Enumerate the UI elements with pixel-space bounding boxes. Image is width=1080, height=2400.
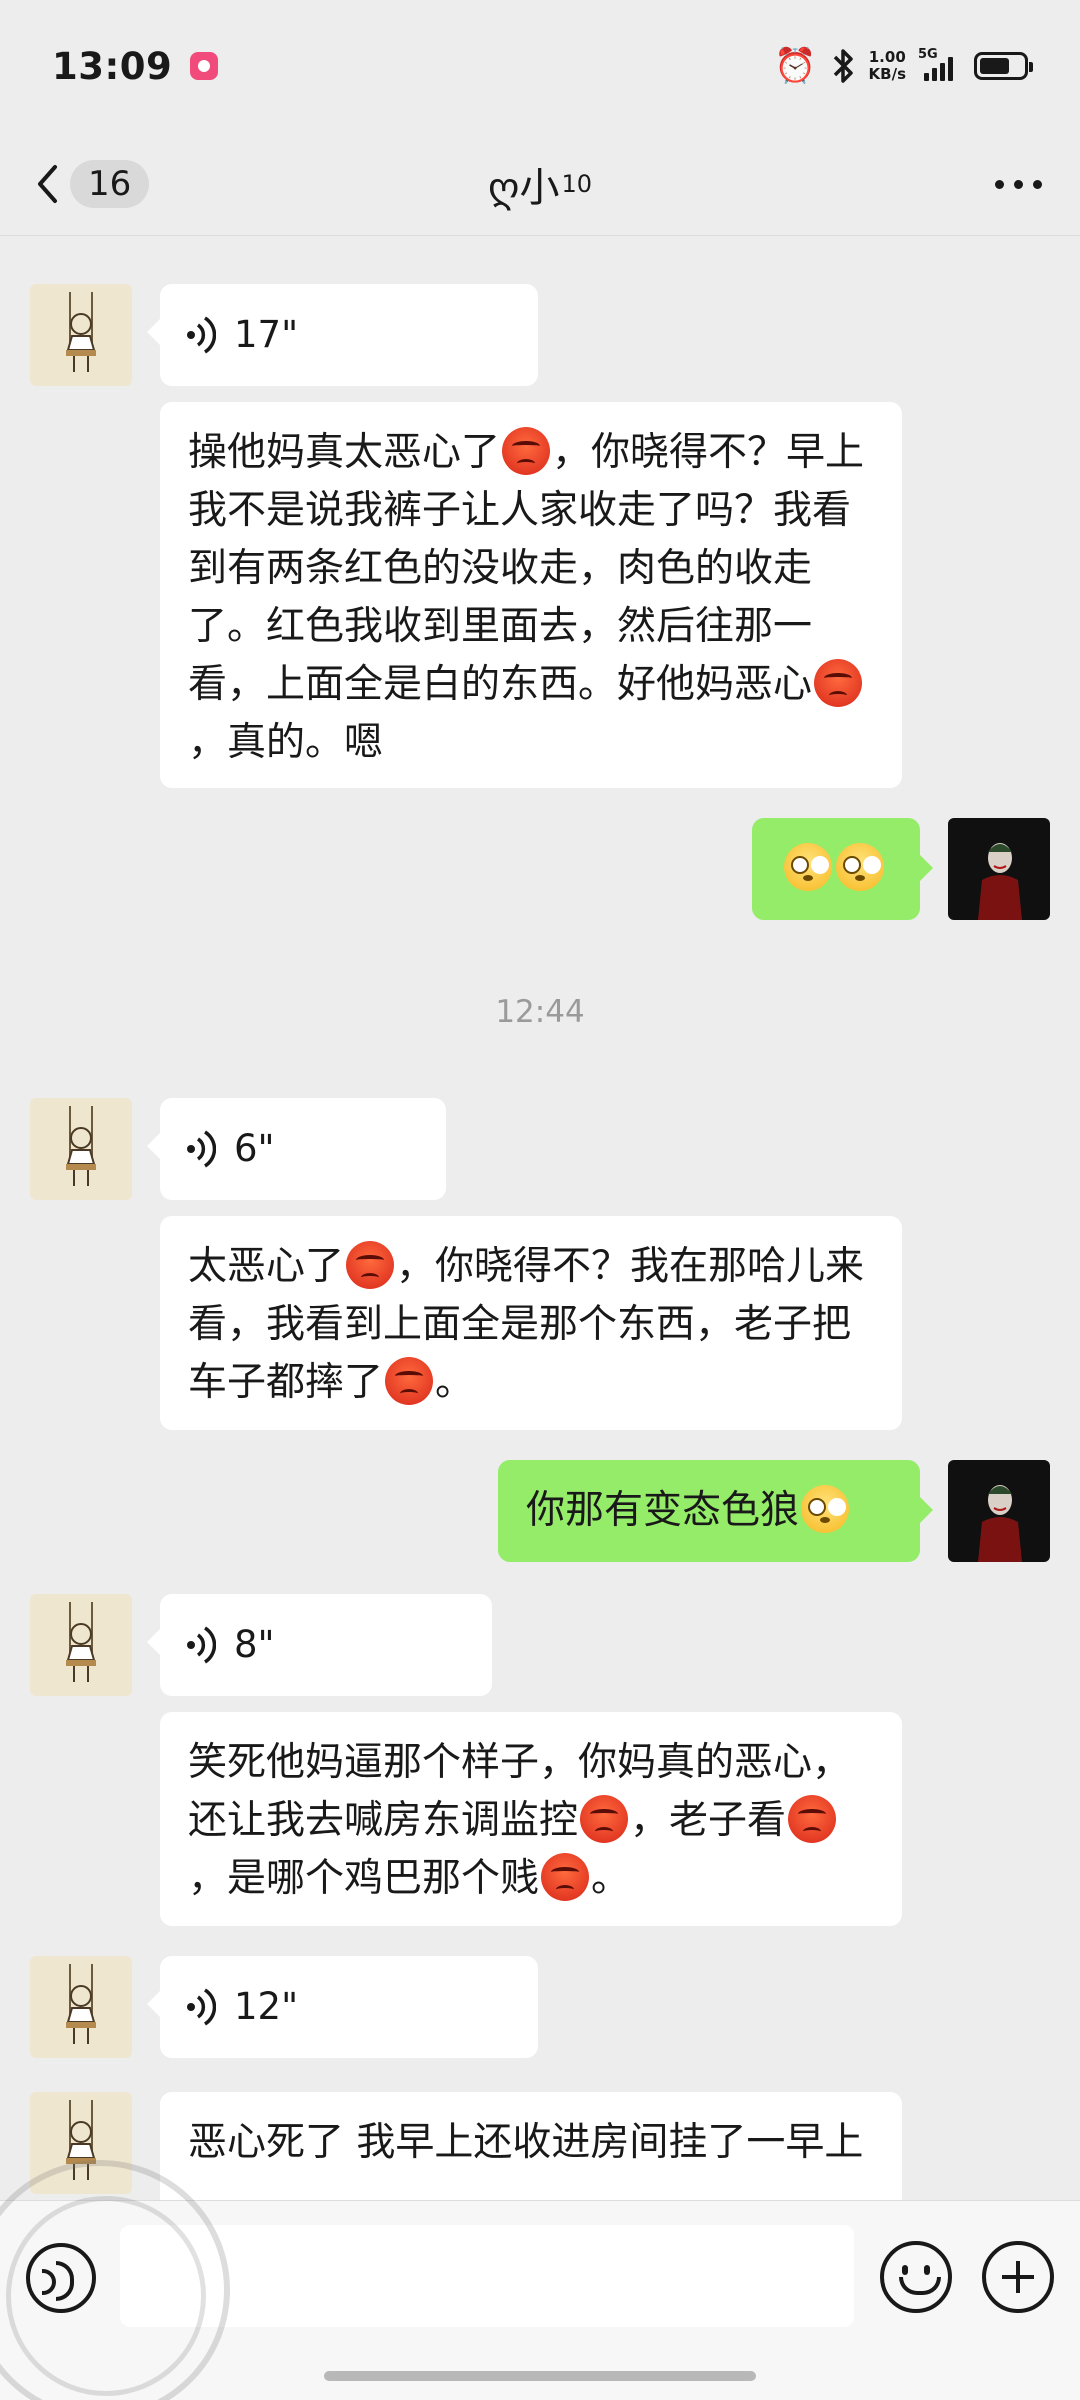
girl-on-swing-illustration	[66, 292, 96, 372]
girl-on-swing-illustration	[66, 1106, 96, 1186]
message-input[interactable]	[120, 2225, 854, 2327]
voice-duration: 17"	[234, 313, 299, 356]
contact-avatar[interactable]	[30, 1956, 132, 2058]
angry-face-emoji	[541, 1853, 590, 1901]
angry-face-emoji	[580, 1795, 629, 1843]
flushed-face-emoji	[784, 843, 832, 891]
chat-title[interactable]: ღ小 10	[0, 146, 1080, 222]
text-message[interactable]: 操他妈真太恶心了 ，你晓得不？早上我不是说我裤子让人家收走了吗？我看到有两条红色的…	[160, 402, 902, 788]
sent-message[interactable]: 你那有变态色狼	[498, 1460, 933, 1562]
contact-avatar[interactable]	[30, 1594, 132, 1696]
status-time: 13:09	[52, 44, 173, 88]
message-list[interactable]: 17" 操他妈真太恶心了 ，你晓得不？早上我不是说我裤子让人家收走了吗？我看到有两…	[0, 236, 1080, 2200]
voice-duration: 12"	[234, 1985, 299, 2028]
girl-on-swing-illustration	[66, 1964, 96, 2044]
voice-wave-icon	[187, 1988, 216, 2026]
net-speed-value: 1.00	[868, 48, 906, 66]
battery-icon	[974, 52, 1033, 80]
input-bar	[0, 2200, 1080, 2400]
flushed-face-emoji	[801, 1485, 850, 1533]
alarm-icon: ⏰	[774, 46, 817, 86]
voice-wave-icon	[187, 1626, 216, 1664]
voice-message[interactable]: 8"	[147, 1594, 492, 1696]
my-avatar[interactable]	[948, 1460, 1050, 1562]
signal-icon: 5G	[918, 47, 960, 81]
voice-message[interactable]: 17"	[147, 284, 538, 386]
angry-face-emoji	[385, 1357, 434, 1405]
voice-message[interactable]: 12"	[147, 1956, 538, 2058]
voice-toggle-icon[interactable]	[26, 2243, 96, 2313]
more-options-button[interactable]	[995, 146, 1042, 222]
plus-icon[interactable]	[982, 2241, 1054, 2313]
contact-avatar[interactable]	[30, 284, 132, 386]
voice-message[interactable]: 6"	[147, 1098, 446, 1200]
contact-avatar[interactable]	[30, 2092, 132, 2194]
sent-message[interactable]	[752, 818, 933, 920]
text-message[interactable]: 笑死他妈逼那个样子，你妈真的恶心，还让我去喊房东调监控 ，老子看，是哪个鸡巴那个贱…	[160, 1712, 902, 1926]
network-type: 5G	[918, 47, 938, 62]
flushed-face-emoji	[836, 843, 884, 891]
girl-on-swing-illustration	[66, 2100, 96, 2180]
more-dot-icon	[995, 179, 1004, 189]
joker-portrait-image	[978, 1485, 1022, 1562]
net-speed: 1.00 KB/s	[869, 49, 906, 83]
my-avatar[interactable]	[948, 818, 1050, 920]
angry-face-emoji	[502, 427, 551, 475]
net-speed-unit: KB/s	[868, 65, 906, 83]
angry-face-emoji	[346, 1241, 395, 1289]
chat-title-text: ღ小	[488, 165, 560, 211]
contact-avatar[interactable]	[30, 1098, 132, 1200]
voice-wave-icon	[187, 1130, 216, 1168]
voice-wave-icon	[187, 316, 216, 354]
voice-duration: 8"	[234, 1623, 275, 1666]
text-message[interactable]: 太恶心了 ，你晓得不？我在那哈儿来看，我看到上面全是那个东西，老子把车子都摔了。	[160, 1216, 902, 1430]
notification-app-icon	[190, 52, 219, 80]
bluetooth-icon	[833, 49, 853, 83]
voice-duration: 6"	[234, 1127, 275, 1170]
status-bar: 13:09 ⏰ 1.00 KB/s 5G	[0, 0, 1080, 132]
timestamp-separator: 12:44	[495, 994, 585, 1030]
angry-face-emoji	[788, 1795, 837, 1843]
chat-title-sup: 10	[561, 170, 592, 198]
text-message[interactable]: 恶心死了 我早上还收进房间挂了一早上	[160, 2092, 902, 2200]
emoji-icon[interactable]	[880, 2241, 952, 2313]
nav-bar: 16 ღ小 10	[0, 132, 1080, 236]
home-indicator[interactable]	[324, 2371, 756, 2381]
joker-portrait-image	[978, 843, 1022, 920]
angry-face-emoji	[814, 659, 863, 707]
girl-on-swing-illustration	[66, 1602, 96, 1682]
chat-screen: 13:09 ⏰ 1.00 KB/s 5G 16 ღ小 10 17" 操他妈真太恶…	[0, 0, 1080, 2400]
